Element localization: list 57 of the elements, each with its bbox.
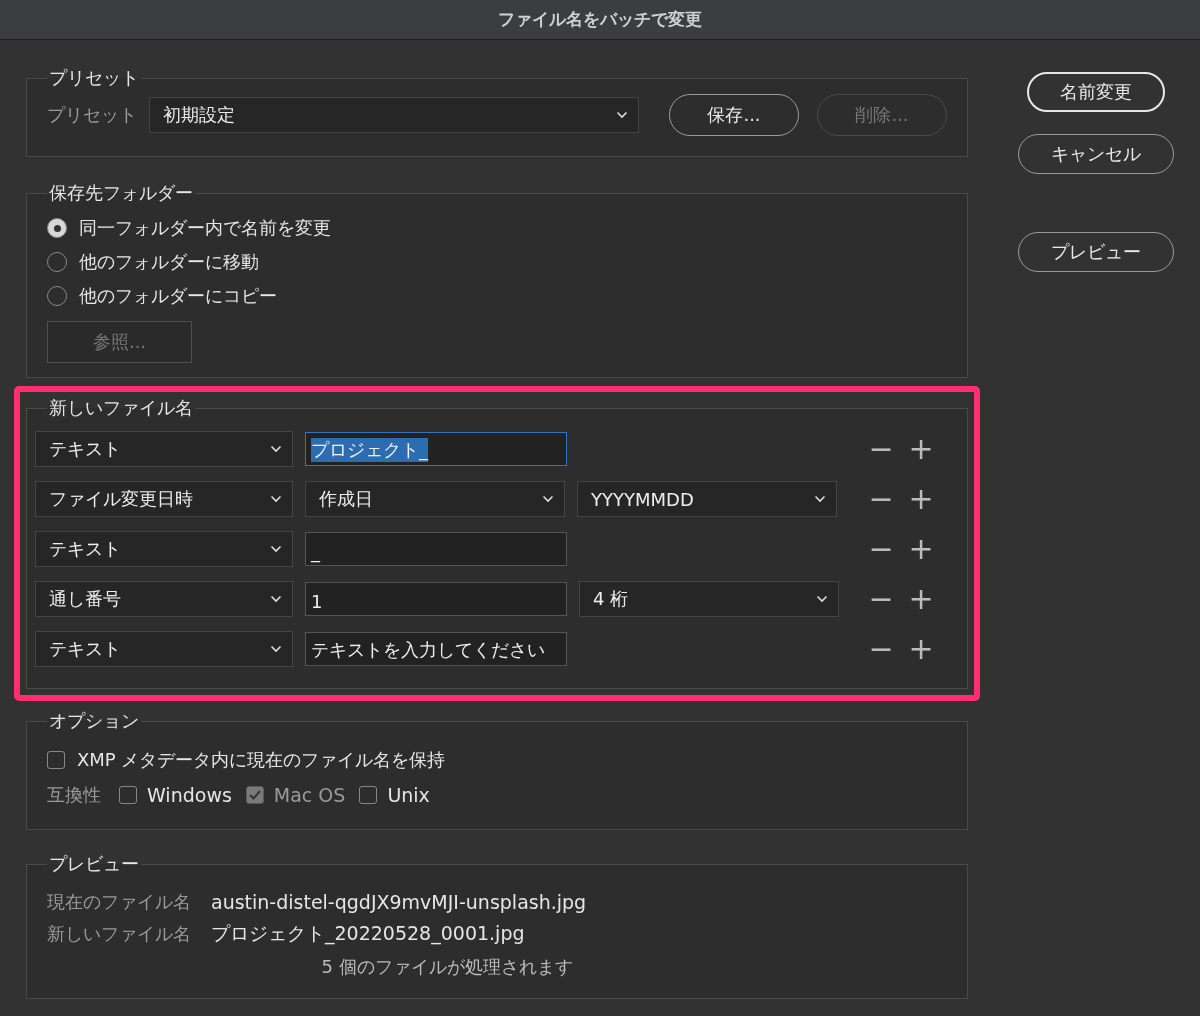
group-legend: プレビュー [47, 852, 141, 876]
chevron-icon [270, 545, 282, 553]
chevron-icon [270, 645, 282, 653]
group-legend: オプション [47, 709, 141, 733]
remove-row-button[interactable]: − [867, 634, 895, 664]
chevron-icon [270, 445, 282, 453]
dropdown[interactable]: 4 桁 [579, 581, 839, 617]
compat-label: 互換性 [47, 783, 101, 807]
radio-label: 他のフォルダーにコピー [79, 284, 277, 308]
radio-button[interactable] [47, 218, 67, 238]
text-field[interactable]: _ [305, 532, 567, 566]
text-field[interactable]: プロジェクト_ [305, 432, 567, 466]
remove-row-button[interactable]: − [867, 534, 895, 564]
dropdown[interactable]: テキスト [35, 431, 293, 467]
file-name: プロジェクト_20220528_0001.jpg [211, 921, 525, 947]
group-legend: プリセット [47, 66, 141, 90]
add-row-button[interactable]: + [907, 434, 935, 464]
text-field[interactable]: テキストを入力してください [305, 632, 567, 666]
chevron-icon [270, 595, 282, 603]
add-row-button[interactable]: + [907, 484, 935, 514]
checkbox[interactable] [47, 751, 65, 769]
add-row-button[interactable]: + [907, 584, 935, 614]
dropdown[interactable]: 初期設定 [149, 97, 639, 133]
dropdown[interactable]: 作成日 [305, 481, 565, 517]
checkbox[interactable] [359, 786, 378, 804]
checkbox-label: Windows [147, 784, 232, 806]
checkbox-label: Unix [387, 784, 430, 806]
summary-text: 5 個のファイルが処理されます [321, 955, 573, 979]
checkbox-label: Mac OS [273, 784, 346, 806]
dialog-button[interactable]: 名前変更 [1027, 72, 1165, 112]
chevron-icon [616, 111, 628, 119]
dropdown[interactable]: テキスト [35, 631, 293, 667]
group-legend: 新しいファイル名 [47, 396, 195, 420]
add-row-button[interactable]: + [907, 634, 935, 664]
dropdown[interactable]: テキスト [35, 531, 293, 567]
remove-row-button[interactable]: − [867, 484, 895, 514]
checkbox[interactable] [119, 786, 137, 804]
preview-label: 現在のファイル名 [47, 890, 191, 914]
text-field[interactable]: 1 [305, 582, 567, 616]
dropdown[interactable]: 通し番号 [35, 581, 293, 617]
radio-label: 他のフォルダーに移動 [79, 250, 259, 274]
chevron-icon [270, 495, 282, 503]
dropdown[interactable]: YYYYMMDD [577, 481, 837, 517]
chevron-icon [814, 495, 826, 503]
radio-label: 同一フォルダー内で名前を変更 [79, 216, 331, 240]
file-name: austin-distel-qgdJX9mvMJI-unsplash.jpg [211, 891, 587, 913]
preview-label: 新しいファイル名 [47, 922, 191, 946]
dropdown[interactable]: ファイル変更日時 [35, 481, 293, 517]
chevron-icon [542, 495, 554, 503]
remove-row-button[interactable]: − [867, 584, 895, 614]
checkbox-label: XMP メタデータ内に現在のファイル名を保持 [77, 748, 446, 772]
window-title: ファイル名をバッチで変更 [0, 0, 1200, 40]
chevron-icon [816, 595, 828, 603]
remove-row-button[interactable]: − [867, 434, 895, 464]
add-row-button[interactable]: + [907, 534, 935, 564]
group-legend: 保存先フォルダー [47, 181, 195, 205]
preset-label: プリセット [47, 103, 137, 127]
